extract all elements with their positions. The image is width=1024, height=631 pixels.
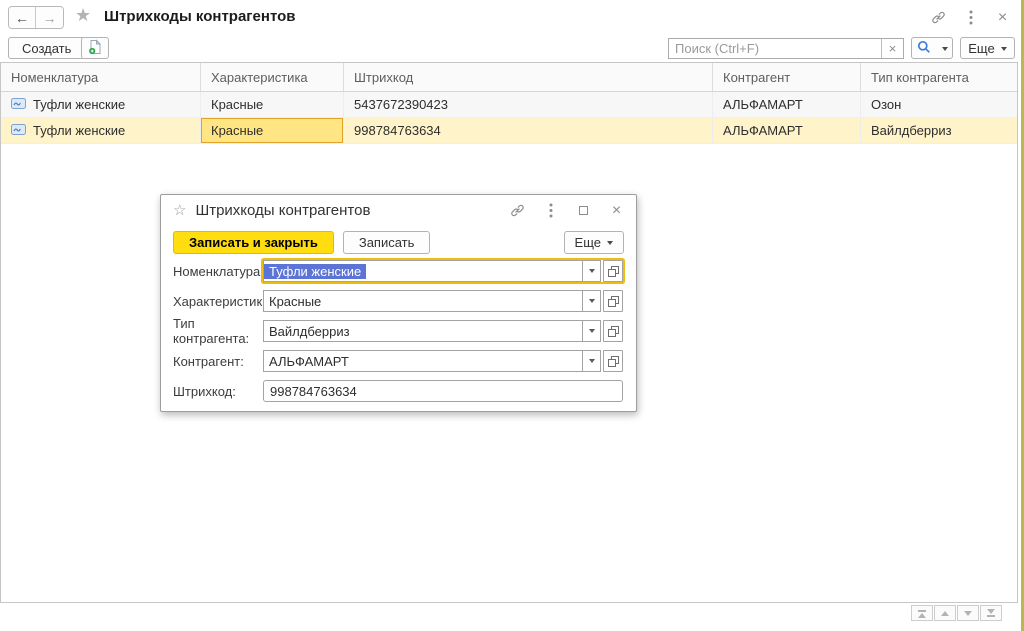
dialog-more-dots-icon[interactable]	[543, 203, 558, 218]
search-field-group: ×	[668, 38, 904, 59]
clear-search-button[interactable]: ×	[881, 39, 903, 58]
counterparty-input[interactable]: АЛЬФАМАРТ	[263, 350, 583, 372]
cell-counterparty-type[interactable]: Озон	[861, 92, 1016, 117]
nomenclature-input[interactable]: Туфли женские	[263, 260, 583, 282]
scroll-bottom-icon	[987, 608, 995, 614]
chevron-down-icon	[588, 329, 595, 336]
barcode-input[interactable]	[263, 380, 623, 402]
back-button[interactable]: ←	[9, 7, 36, 28]
cell-barcode[interactable]: 5437672390423	[344, 92, 713, 117]
counterparty-type-dropdown-button[interactable]	[583, 320, 601, 342]
chevron-down-icon	[607, 241, 613, 248]
nomenclature-combo-field: Туфли женские	[263, 260, 623, 282]
characteristic-open-button[interactable]	[603, 290, 623, 312]
more-dots-icon[interactable]	[963, 10, 978, 25]
characteristic-input[interactable]: Красные	[263, 290, 583, 312]
chevron-down-icon	[588, 359, 595, 366]
titlebar: ← → ★ Штрихкоды контрагентов ×	[0, 0, 1024, 32]
app-window: ← → ★ Штрихкоды контрагентов × Создать ×	[0, 0, 1024, 631]
history-nav-group: ← →	[8, 6, 64, 29]
counterparty-dropdown-button[interactable]	[583, 350, 601, 372]
scroll-up-icon	[941, 610, 949, 616]
create-by-copy-button[interactable]	[81, 37, 109, 59]
counterparty-combo-field: АЛЬФАМАРТ	[263, 350, 623, 372]
column-header-barcode[interactable]: Штрихкод	[344, 63, 713, 91]
scroll-top-icon	[918, 609, 926, 612]
catalog-item-icon	[11, 97, 26, 112]
chevron-down-icon	[1000, 46, 1007, 54]
more-button[interactable]: Еще	[960, 37, 1015, 59]
barcode-edit-dialog: ☆ Штрихкоды контрагентов × Записать и за…	[160, 194, 637, 412]
list-scroll-nav	[911, 605, 1002, 621]
counterparty-type-combo-field: Вайлдберриз	[263, 320, 623, 342]
link-icon[interactable]	[931, 10, 946, 25]
scroll-down-icon	[964, 610, 972, 616]
field-label-characteristic: Характеристика:	[173, 293, 274, 309]
counterparty-type-open-button[interactable]	[603, 320, 623, 342]
column-header-counterparty[interactable]: Контрагент	[713, 63, 861, 91]
barcode-text-field	[263, 380, 623, 402]
open-icon	[607, 295, 619, 307]
column-header-counterparty-type[interactable]: Тип контрагента	[861, 63, 1016, 91]
scroll-up-button[interactable]	[934, 605, 956, 621]
forward-button[interactable]: →	[36, 7, 63, 28]
search-input[interactable]	[669, 39, 881, 58]
search-icon	[917, 40, 931, 57]
dialog-fields: Номенклатура: Туфли женские Характеристи…	[173, 259, 623, 409]
table-row-selected[interactable]: Туфли женские Красные 998784763634 АЛЬФА…	[1, 118, 1017, 144]
open-icon	[607, 325, 619, 337]
cell-barcode[interactable]: 998784763634	[344, 118, 713, 143]
page-title: Штрихкоды контрагентов	[104, 8, 296, 25]
characteristic-dropdown-button[interactable]	[583, 290, 601, 312]
chevron-down-icon	[588, 269, 595, 276]
scroll-down-button[interactable]	[957, 605, 979, 621]
chevron-down-icon	[941, 46, 948, 54]
field-label-barcode: Штрихкод:	[173, 383, 236, 399]
open-icon	[607, 265, 619, 277]
dialog-button-row: Записать и закрыть Записать Еще	[173, 231, 624, 255]
dialog-actions: ×	[510, 202, 624, 218]
forward-arrow-icon: →	[42, 9, 57, 26]
scroll-top-button[interactable]	[911, 605, 933, 621]
search-button[interactable]	[911, 37, 953, 59]
open-icon	[607, 355, 619, 367]
nomenclature-dropdown-button[interactable]	[583, 260, 601, 282]
favorite-star-icon[interactable]: ★	[75, 5, 91, 26]
cell-characteristic[interactable]: Красные	[201, 92, 344, 117]
scroll-bottom-button[interactable]	[980, 605, 1002, 621]
dialog-title: Штрихкоды контрагентов	[195, 201, 371, 219]
field-label-nomenclature: Номенклатура:	[173, 263, 264, 279]
copy-document-icon	[87, 38, 103, 58]
titlebar-actions: ×	[931, 10, 1010, 26]
catalog-item-icon	[11, 123, 26, 138]
field-label-counterparty-type: Тип контрагента:	[173, 316, 250, 346]
create-button[interactable]: Создать	[8, 37, 86, 59]
close-icon[interactable]: ×	[995, 10, 1010, 26]
chevron-down-icon	[588, 299, 595, 306]
cell-counterparty[interactable]: АЛЬФАМАРТ	[713, 118, 861, 143]
counterparty-type-input[interactable]: Вайлдберриз	[263, 320, 583, 342]
cell-counterparty[interactable]: АЛЬФАМАРТ	[713, 92, 861, 117]
dialog-favorite-star-icon[interactable]: ☆	[173, 201, 186, 219]
characteristic-combo-field: Красные	[263, 290, 623, 312]
save-and-close-button[interactable]: Записать и закрыть	[173, 231, 334, 254]
dialog-more-button[interactable]: Еще	[563, 231, 624, 254]
cell-nomenclature[interactable]: Туфли женские	[1, 118, 201, 143]
table-row[interactable]: Туфли женские Красные 5437672390423 АЛЬФ…	[1, 92, 1017, 118]
nomenclature-open-button[interactable]	[603, 260, 623, 282]
cell-nomenclature[interactable]: Туфли женские	[1, 92, 201, 117]
cell-counterparty-type[interactable]: Вайлдберриз	[861, 118, 1016, 143]
column-header-characteristic[interactable]: Характеристика	[201, 63, 344, 91]
dialog-close-icon[interactable]: ×	[609, 202, 624, 218]
field-label-counterparty: Контрагент:	[173, 353, 244, 369]
back-arrow-icon: ←	[15, 9, 29, 26]
cell-characteristic-active[interactable]: Красные	[201, 118, 344, 143]
table-header-row: Номенклатура Характеристика Штрихкод Кон…	[1, 63, 1017, 92]
column-header-nomenclature[interactable]: Номенклатура	[1, 63, 201, 91]
dialog-maximize-icon[interactable]	[576, 203, 591, 218]
dialog-link-icon[interactable]	[510, 203, 525, 218]
dialog-titlebar: ☆ Штрихкоды контрагентов ×	[161, 195, 636, 225]
save-button[interactable]: Записать	[342, 231, 431, 254]
counterparty-open-button[interactable]	[603, 350, 623, 372]
